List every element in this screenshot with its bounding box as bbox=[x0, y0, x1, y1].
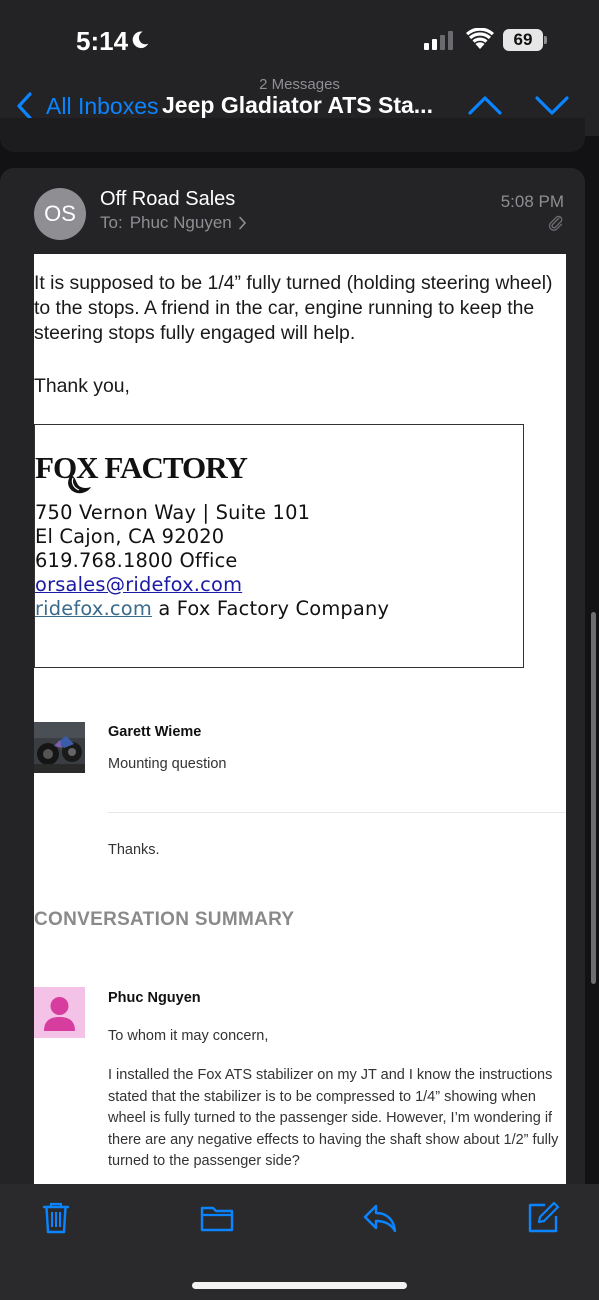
folder-icon[interactable] bbox=[199, 1200, 235, 1236]
body-line: steering stops fully engaged will help. bbox=[34, 322, 356, 344]
scrollbar[interactable] bbox=[591, 612, 596, 984]
trash-icon[interactable] bbox=[38, 1200, 74, 1236]
wifi-icon bbox=[466, 28, 494, 49]
signature-phone: 619.768.1800 Office bbox=[35, 549, 238, 572]
back-label: All Inboxes bbox=[46, 92, 159, 119]
closing-text: Thank you, bbox=[34, 375, 130, 397]
email-link[interactable]: orsales@ridefox.com bbox=[35, 573, 242, 596]
original-sender-name: Phuc Nguyen bbox=[108, 990, 201, 1006]
message-time: 5:08 PM bbox=[500, 192, 564, 211]
body-line: to the stops. A friend in the car, engin… bbox=[34, 297, 535, 319]
original-greeting: To whom it may concern, bbox=[108, 1028, 269, 1044]
cellular-signal-icon bbox=[424, 31, 453, 50]
previous-message-button[interactable] bbox=[465, 90, 505, 120]
signature-email: orsales@ridefox.com bbox=[35, 573, 242, 596]
next-message-button[interactable] bbox=[532, 90, 572, 120]
recipient-line[interactable]: To: Phuc Nguyen bbox=[100, 213, 247, 233]
chevron-right-icon bbox=[238, 216, 246, 230]
sender-name[interactable]: Off Road Sales bbox=[100, 188, 235, 211]
phone-label: Office bbox=[173, 549, 238, 572]
chevron-left-icon bbox=[17, 92, 32, 120]
mail-screen: 5:14 69 2 Messages All Inboxes Jeep Glad… bbox=[0, 0, 599, 1300]
phone-number[interactable]: 619.768.1800 bbox=[35, 549, 173, 572]
fox-factory-logo: FOX FACTORY bbox=[35, 451, 249, 494]
battery-level: 69 bbox=[503, 29, 543, 51]
quoted-sender-name: Garett Wieme bbox=[108, 724, 202, 740]
home-indicator[interactable] bbox=[192, 1282, 407, 1289]
photo-image bbox=[34, 722, 85, 773]
quoted-subject: Mounting question bbox=[108, 756, 227, 772]
recipient-name: Phuc Nguyen bbox=[129, 213, 232, 232]
sender-photo bbox=[34, 722, 85, 773]
previous-message-card[interactable] bbox=[0, 118, 585, 152]
reply-icon[interactable] bbox=[362, 1200, 398, 1236]
divider bbox=[108, 812, 566, 813]
website-suffix: a Fox Factory Company bbox=[151, 597, 390, 620]
conversation-summary-heading: CONVERSATION SUMMARY bbox=[34, 909, 295, 930]
status-time: 5:14 bbox=[76, 26, 129, 56]
signature-city: El Cajon, CA 92020 bbox=[35, 525, 225, 548]
thread-title: Jeep Gladiator ATS Sta... bbox=[162, 92, 433, 118]
avatar: OS bbox=[34, 188, 86, 240]
original-body: I installed the Fox ATS stabilizer on my… bbox=[108, 1067, 559, 1169]
moon-icon bbox=[132, 31, 149, 49]
svg-text:FOX FACTORY: FOX FACTORY bbox=[35, 451, 248, 485]
email-signature: FOX FACTORY 750 Vernon Way | Suite 101 E… bbox=[34, 424, 524, 668]
email-body: It is supposed to be 1/4” fully turned (… bbox=[34, 254, 566, 1190]
battery-tip bbox=[544, 36, 547, 44]
status-bar: 5:14 69 bbox=[0, 0, 599, 70]
compose-icon[interactable] bbox=[525, 1200, 561, 1236]
body-line: It is supposed to be 1/4” fully turned (… bbox=[34, 272, 553, 294]
battery-icon: 69 bbox=[503, 29, 547, 51]
signature-website: ridefox.com a Fox Factory Company bbox=[35, 597, 389, 620]
signature-address: 750 Vernon Way | Suite 101 bbox=[35, 501, 311, 524]
quoted-thanks: Thanks. bbox=[108, 842, 160, 858]
to-label: To: bbox=[100, 213, 123, 232]
website-link[interactable]: ridefox.com bbox=[35, 597, 152, 620]
paperclip-icon bbox=[548, 215, 563, 231]
user-avatar-icon bbox=[34, 987, 85, 1038]
